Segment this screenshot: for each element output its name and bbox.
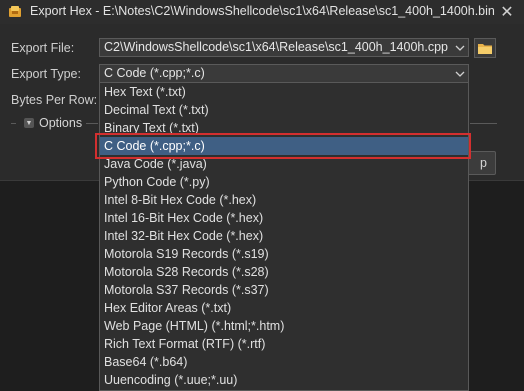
export-type-combo[interactable]: C Code (*.cpp;*.c) [99,64,469,83]
close-button[interactable]: ✕ [490,0,524,24]
dropdown-option[interactable]: C Code (*.cpp;*.c) [100,137,468,155]
export-file-label: Export File: [11,41,75,55]
dropdown-option[interactable]: Motorola S19 Records (*.s19) [100,245,468,263]
export-type-value: C Code (*.cpp;*.c) [104,66,205,80]
dropdown-option[interactable]: Decimal Text (*.txt) [100,101,468,119]
dropdown-option[interactable]: Hex Editor Areas (*.txt) [100,299,468,317]
options-divider-mid [86,123,98,124]
export-type-label: Export Type: [11,67,81,81]
app-icon [9,6,21,17]
chevron-down-icon[interactable] [452,39,468,56]
dropdown-option[interactable]: Python Code (*.py) [100,173,468,191]
collapse-toggle-icon[interactable]: ▼ [24,118,34,128]
window-title: Export Hex - E:\Notes\C2\WindowsShellcod… [30,4,495,18]
chevron-down-icon[interactable] [452,65,468,82]
options-divider-right [470,123,497,124]
dropdown-option[interactable]: Intel 8-Bit Hex Code (*.hex) [100,191,468,209]
dropdown-option[interactable]: Intel 16-Bit Hex Code (*.hex) [100,209,468,227]
dropdown-option[interactable]: Motorola S37 Records (*.s37) [100,281,468,299]
dropdown-option[interactable]: Hex Text (*.txt) [100,83,468,101]
dropdown-option[interactable]: Uuencoding (*.uue;*.uu) [100,371,468,389]
dropdown-option[interactable]: Base64 (*.b64) [100,353,468,371]
options-header[interactable]: ▼ Options [11,116,82,130]
folder-icon [478,43,492,54]
browse-folder-button[interactable] [474,38,496,58]
export-file-combo[interactable]: C2\WindowsShellcode\sc1\x64\Release\sc1_… [99,38,469,57]
dropdown-option[interactable]: Motorola S28 Records (*.s28) [100,263,468,281]
dropdown-option[interactable]: Web Page (HTML) (*.html;*.htm) [100,317,468,335]
export-button-label: p [480,156,487,170]
dropdown-option[interactable]: Java Code (*.java) [100,155,468,173]
export-type-dropdown-list[interactable]: Hex Text (*.txt) Decimal Text (*.txt) Bina… [99,82,469,391]
bytes-per-row-label: Bytes Per Row: [11,93,98,107]
export-file-value: C2\WindowsShellcode\sc1\x64\Release\sc1_… [104,40,448,54]
dropdown-option[interactable]: Intel 32-Bit Hex Code (*.hex) [100,227,468,245]
dropdown-option[interactable]: Rich Text Format (RTF) (*.rtf) [100,335,468,353]
title-bar: Export Hex - E:\Notes\C2\WindowsShellcod… [0,0,524,24]
dropdown-option[interactable]: Binary Text (*.txt) [100,119,468,137]
options-label: Options [39,116,83,130]
